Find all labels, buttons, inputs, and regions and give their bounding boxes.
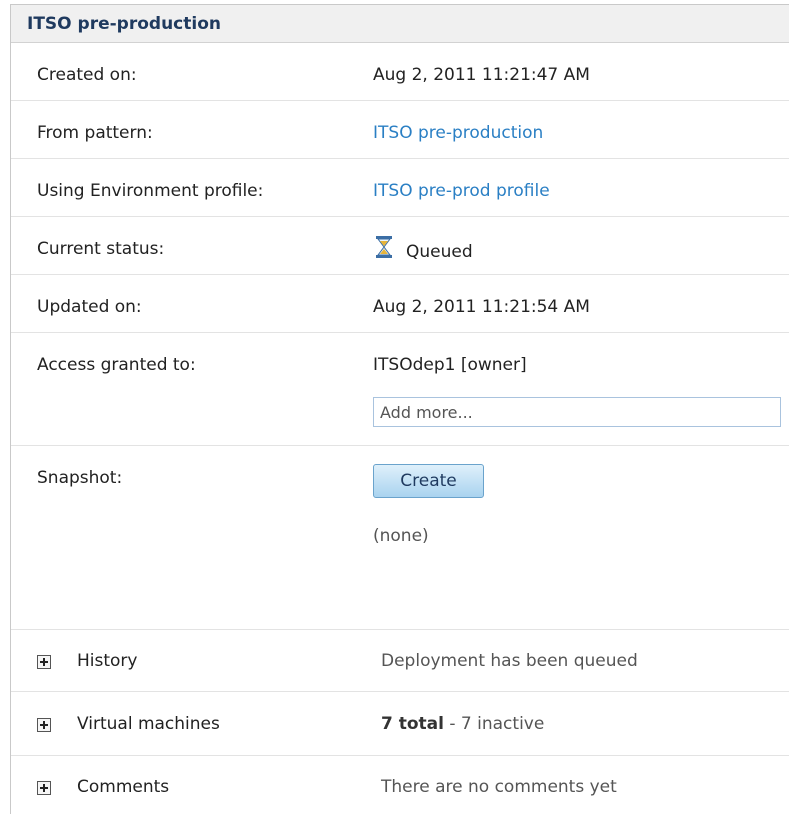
add-more-input[interactable] [373, 397, 781, 427]
env-profile-row: Using Environment profile: ITSO pre-prod… [11, 159, 789, 217]
created-on-value: Aug 2, 2011 11:21:47 AM [373, 65, 590, 85]
status-label: Current status: [37, 239, 165, 259]
from-pattern-row: From pattern: ITSO pre-production [11, 101, 789, 159]
snapshot-value: (none) [373, 526, 429, 546]
status-row: Current status: Queued [11, 217, 789, 275]
history-label[interactable]: History [77, 651, 137, 671]
history-summary: Deployment has been queued [381, 651, 638, 671]
updated-on-value: Aug 2, 2011 11:21:54 AM [373, 297, 590, 317]
virtual-machines-expand-icon[interactable] [37, 718, 51, 732]
virtual-machines-summary: 7 total - 7 inactive [381, 714, 544, 734]
access-owner: ITSOdep1 [owner] [373, 355, 527, 375]
comments-summary: There are no comments yet [381, 777, 617, 797]
panel-title: ITSO pre-production [11, 5, 789, 43]
comments-label[interactable]: Comments [77, 777, 169, 797]
comments-section: Comments There are no comments yet [11, 756, 789, 815]
created-on-row: Created on: Aug 2, 2011 11:21:47 AM [11, 43, 789, 101]
deployment-details-panel: ITSO pre-production Created on: Aug 2, 2… [10, 4, 789, 814]
status-value: Queued [406, 242, 473, 262]
updated-on-row: Updated on: Aug 2, 2011 11:21:54 AM [11, 275, 789, 333]
env-profile-link[interactable]: ITSO pre-prod profile [373, 181, 550, 201]
snapshot-row: Snapshot: Create (none) [11, 446, 789, 630]
snapshot-label: Snapshot: [37, 468, 123, 488]
updated-on-label: Updated on: [37, 297, 142, 317]
virtual-machines-section: Virtual machines 7 total - 7 inactive [11, 692, 789, 756]
env-profile-label: Using Environment profile: [37, 181, 264, 201]
created-on-label: Created on: [37, 65, 137, 85]
history-expand-icon[interactable] [37, 655, 51, 669]
hourglass-icon [376, 236, 392, 258]
access-label: Access granted to: [37, 355, 196, 375]
access-row: Access granted to: ITSOdep1 [owner] [11, 333, 789, 446]
comments-expand-icon[interactable] [37, 781, 51, 795]
virtual-machines-label[interactable]: Virtual machines [77, 714, 220, 734]
from-pattern-label: From pattern: [37, 123, 153, 143]
virtual-machines-total: 7 total [381, 714, 444, 734]
history-section: History Deployment has been queued [11, 630, 789, 692]
create-snapshot-button[interactable]: Create [373, 464, 484, 498]
virtual-machines-inactive: - 7 inactive [443, 714, 545, 734]
from-pattern-link[interactable]: ITSO pre-production [373, 123, 543, 143]
